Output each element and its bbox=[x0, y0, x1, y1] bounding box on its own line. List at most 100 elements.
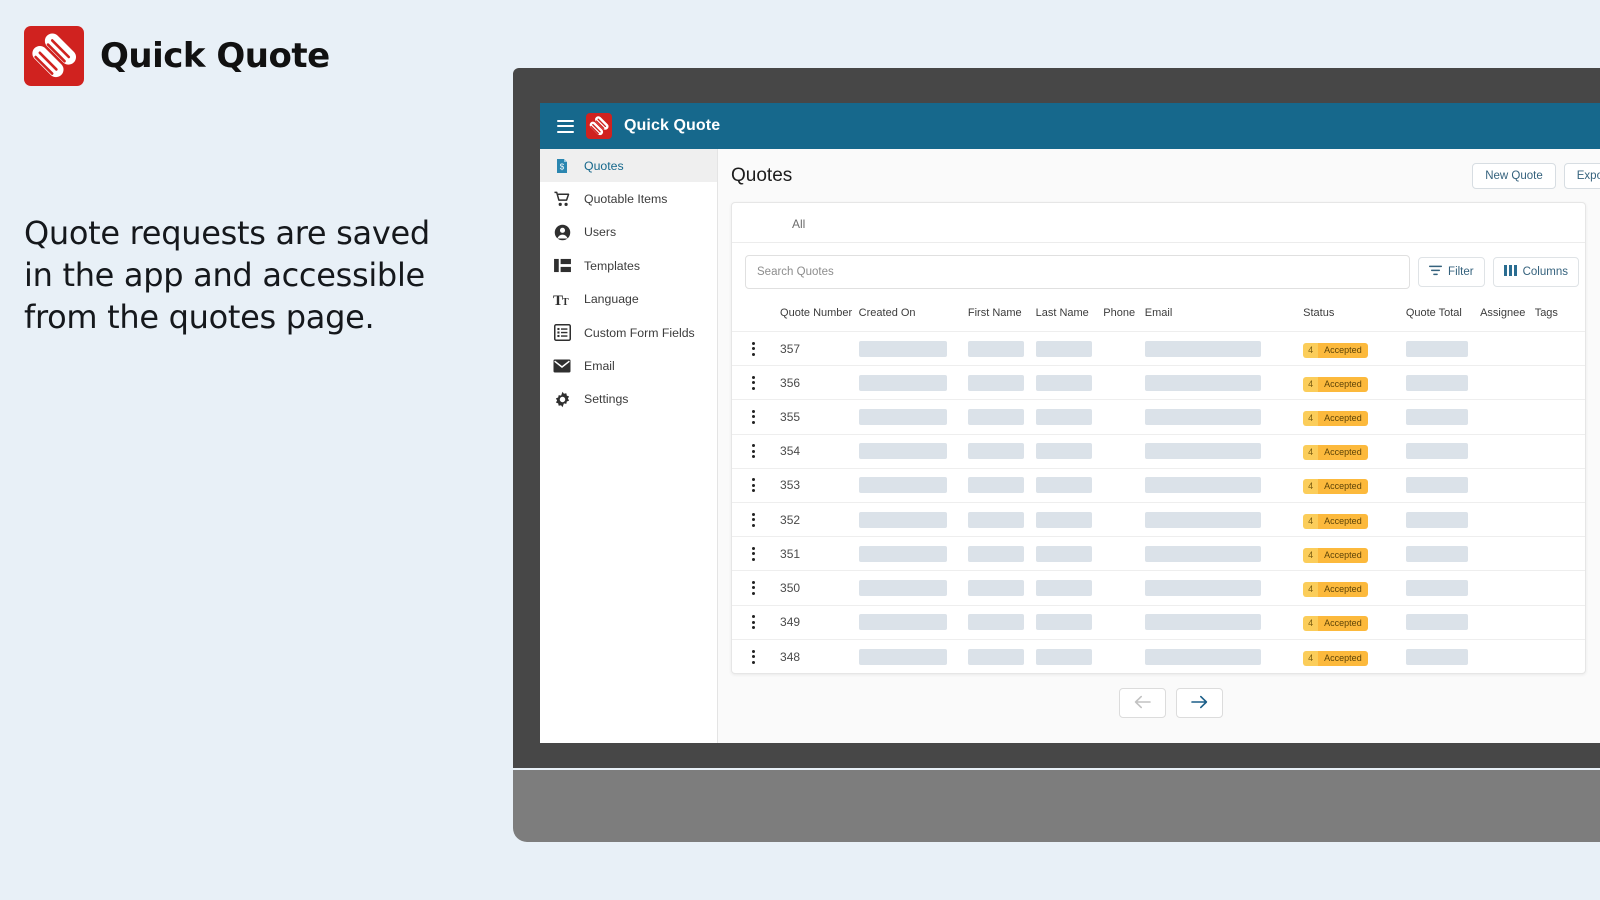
cell-phone bbox=[1103, 501, 1145, 537]
cell-email bbox=[1144, 399, 1304, 435]
row-menu-cell[interactable] bbox=[732, 570, 781, 605]
th-tags[interactable]: Tags bbox=[1535, 301, 1585, 332]
th-quote-total[interactable]: Quote Total bbox=[1406, 301, 1480, 332]
table-row[interactable]: 353 4 Accepted bbox=[732, 467, 1585, 503]
status-badge-count: 4 bbox=[1303, 616, 1319, 632]
kebab-menu-icon[interactable] bbox=[746, 444, 760, 459]
kebab-menu-icon[interactable] bbox=[746, 649, 760, 664]
user-circle-icon bbox=[553, 223, 571, 241]
row-menu-cell[interactable] bbox=[732, 501, 781, 537]
cell-phone bbox=[1103, 467, 1145, 503]
row-menu-cell[interactable] bbox=[732, 604, 781, 640]
redacted-value-placeholder bbox=[858, 511, 947, 528]
cell-status: 4 Accepted bbox=[1303, 399, 1406, 435]
redacted-value-placeholder bbox=[1035, 648, 1092, 665]
tab-all[interactable]: All bbox=[786, 203, 811, 242]
table-row[interactable]: 348 4 Accepted bbox=[732, 638, 1585, 674]
row-menu-cell[interactable] bbox=[732, 536, 781, 571]
search-input[interactable] bbox=[757, 266, 1399, 278]
th-email[interactable]: Email bbox=[1145, 301, 1303, 332]
cell-assignee bbox=[1480, 638, 1535, 674]
status-badge-label: Accepted bbox=[1318, 376, 1368, 392]
table-row[interactable]: 350 4 Accepted bbox=[732, 570, 1585, 605]
kebab-menu-icon[interactable] bbox=[746, 512, 760, 527]
kebab-menu-icon[interactable] bbox=[746, 409, 760, 424]
previous-page-button[interactable] bbox=[1118, 688, 1166, 719]
redacted-value-placeholder bbox=[1035, 340, 1092, 357]
sidebar-item-label: Quotable Items bbox=[584, 192, 668, 207]
table-row[interactable]: 352 4 Accepted bbox=[732, 501, 1585, 537]
kebab-menu-icon[interactable] bbox=[746, 341, 760, 356]
row-menu-cell[interactable] bbox=[732, 467, 781, 503]
table-row[interactable]: 355 4 Accepted bbox=[732, 399, 1585, 435]
cell-phone bbox=[1103, 433, 1145, 469]
quote-number-value: 353 bbox=[780, 478, 801, 493]
cell-quote-number: 348 bbox=[780, 638, 859, 674]
table-row[interactable]: 357 4 Accepted bbox=[732, 330, 1585, 366]
row-menu-cell[interactable] bbox=[732, 330, 781, 366]
th-phone[interactable]: Phone bbox=[1103, 301, 1145, 332]
cell-phone bbox=[1103, 638, 1145, 674]
cell-created-on bbox=[858, 638, 968, 674]
th-first-name[interactable]: First Name bbox=[968, 301, 1036, 332]
app-title: Quick Quote bbox=[624, 117, 721, 134]
th-status[interactable]: Status bbox=[1303, 301, 1406, 332]
sidebar-item-quotes[interactable]: $ Quotes bbox=[540, 149, 717, 183]
cell-created-on bbox=[858, 330, 968, 366]
cell-first-name bbox=[967, 330, 1036, 366]
sidebar-item-templates[interactable]: Templates bbox=[540, 249, 717, 282]
cell-quote-total bbox=[1405, 433, 1481, 469]
row-menu-cell[interactable] bbox=[732, 638, 781, 674]
redacted-value-placeholder bbox=[1405, 648, 1468, 665]
cell-last-name bbox=[1035, 399, 1104, 435]
hamburger-menu-icon[interactable] bbox=[557, 119, 574, 133]
sidebar-item-email[interactable]: Email bbox=[540, 349, 717, 382]
new-quote-button[interactable]: New Quote bbox=[1472, 163, 1556, 189]
redacted-value-placeholder bbox=[1035, 443, 1092, 460]
sidebar-item-language[interactable]: TT Language bbox=[540, 283, 717, 316]
cell-tags bbox=[1534, 570, 1585, 605]
filter-button[interactable]: Filter bbox=[1418, 257, 1485, 287]
th-assignee[interactable]: Assignee bbox=[1480, 301, 1535, 332]
kebab-menu-icon[interactable] bbox=[746, 615, 760, 630]
th-quote-number[interactable]: Quote Number bbox=[780, 301, 859, 332]
columns-button[interactable]: Columns bbox=[1492, 257, 1579, 287]
table-row[interactable]: 354 4 Accepted bbox=[732, 433, 1585, 469]
status-badge-count: 4 bbox=[1303, 376, 1319, 392]
shopping-cart-icon bbox=[553, 190, 571, 208]
redacted-value-placeholder bbox=[967, 511, 1024, 528]
sidebar-item-quotable-items[interactable]: Quotable Items bbox=[540, 182, 717, 215]
table-row[interactable]: 349 4 Accepted bbox=[732, 604, 1585, 640]
export-button[interactable]: Export bbox=[1563, 163, 1600, 189]
next-page-button[interactable] bbox=[1175, 688, 1223, 719]
sidebar-item-settings[interactable]: Settings bbox=[540, 383, 717, 416]
kebab-menu-icon[interactable] bbox=[746, 580, 760, 595]
app-body: $ Quotes Quotable Items Users Templates … bbox=[540, 149, 1600, 743]
table-row[interactable]: 351 4 Accepted bbox=[732, 536, 1585, 571]
row-menu-cell[interactable] bbox=[732, 433, 781, 469]
cell-status: 4 Accepted bbox=[1303, 501, 1406, 537]
th-created-on[interactable]: Created On bbox=[859, 301, 968, 332]
th-last-name[interactable]: Last Name bbox=[1036, 301, 1104, 332]
sidebar-item-users[interactable]: Users bbox=[540, 216, 717, 249]
text-size-icon: TT bbox=[553, 290, 571, 308]
status-badge-label: Accepted bbox=[1318, 410, 1368, 426]
cell-first-name bbox=[967, 604, 1036, 640]
pagination bbox=[731, 674, 1600, 719]
kebab-menu-icon[interactable] bbox=[746, 478, 760, 493]
kebab-menu-icon[interactable] bbox=[746, 375, 760, 390]
cell-quote-number: 352 bbox=[780, 501, 859, 537]
search-quotes-field[interactable] bbox=[745, 255, 1411, 289]
sidebar-item-custom-form-fields[interactable]: Custom Form Fields bbox=[540, 316, 717, 349]
filter-button-label: Filter bbox=[1448, 266, 1474, 278]
document-dollar-icon: $ bbox=[553, 157, 571, 175]
redacted-value-placeholder bbox=[1144, 545, 1261, 562]
arrow-left-icon bbox=[1134, 695, 1151, 712]
row-menu-cell[interactable] bbox=[732, 399, 781, 435]
columns-button-label: Columns bbox=[1522, 266, 1568, 278]
redacted-value-placeholder bbox=[1144, 374, 1261, 391]
kebab-menu-icon[interactable] bbox=[746, 546, 760, 561]
row-menu-cell[interactable] bbox=[732, 365, 781, 400]
table-row[interactable]: 356 4 Accepted bbox=[732, 365, 1585, 400]
redacted-value-placeholder bbox=[1405, 443, 1468, 460]
